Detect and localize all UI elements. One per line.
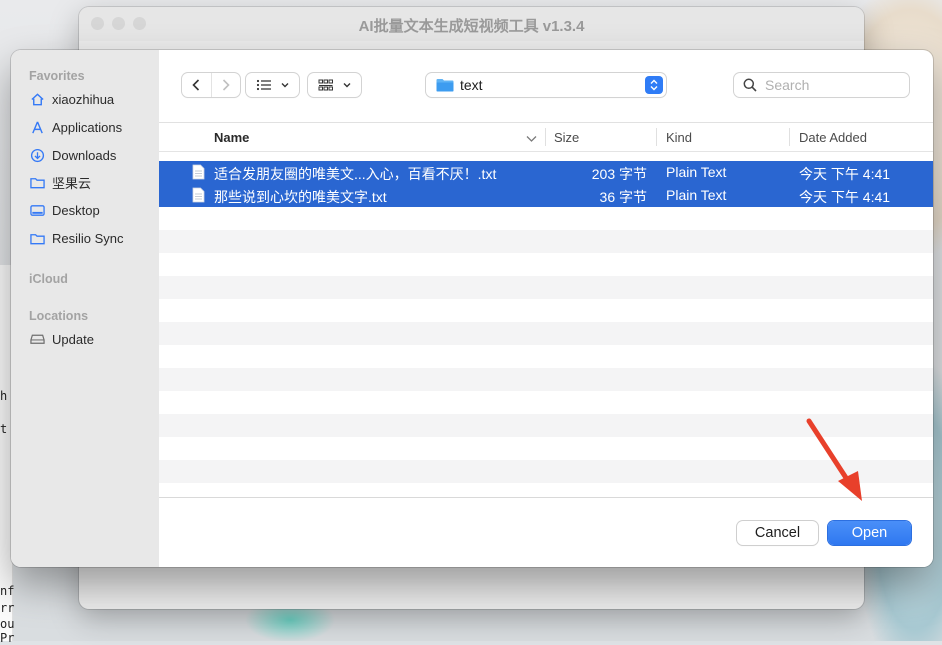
open-button[interactable]: Open <box>828 521 911 545</box>
file-name: 那些说到心坎的唯美文字.txt <box>214 189 387 205</box>
terminal-text: rr <box>0 601 15 615</box>
search-icon <box>743 78 757 92</box>
locations-header: Locations <box>29 309 89 323</box>
sidebar-item-label: Desktop <box>52 202 100 218</box>
column-header-name[interactable]: Name <box>214 130 249 145</box>
search-field[interactable] <box>734 73 909 97</box>
file-name: 适合发朋友圈的唯美文...入心，百看不厌！.txt <box>214 166 497 182</box>
folder-icon <box>29 174 45 190</box>
empty-row <box>159 368 933 391</box>
sidebar: Favorites xiaozhihua Applications Downlo… <box>11 50 159 567</box>
column-header-size[interactable]: Size <box>554 130 579 145</box>
cancel-button[interactable]: Cancel <box>737 521 818 545</box>
empty-row <box>159 322 933 345</box>
applications-icon <box>29 119 45 135</box>
open-file-dialog: Favorites xiaozhihua Applications Downlo… <box>11 50 933 567</box>
back-forward-control <box>182 73 240 97</box>
desktop-icon <box>29 202 45 218</box>
empty-row <box>159 276 933 299</box>
annotation-arrow-icon <box>806 418 862 501</box>
sidebar-item-resilio-sync[interactable]: Resilio Sync <box>29 227 124 249</box>
home-icon <box>29 91 45 107</box>
file-size: 203 字节 <box>591 166 647 182</box>
file-kind: Plain Text <box>666 187 727 203</box>
terminal-text: nf <box>0 584 15 598</box>
file-size: 36 字节 <box>599 189 647 205</box>
sidebar-item-downloads[interactable]: Downloads <box>29 144 116 166</box>
sidebar-item-applications[interactable]: Applications <box>29 116 122 138</box>
back-button[interactable] <box>182 73 212 97</box>
terminal-text: h <box>0 389 8 403</box>
file-date-added: 今天 下午 4:41 <box>799 166 891 182</box>
grid-view-icon <box>318 79 350 91</box>
terminal-text: ou <box>0 617 15 631</box>
list-view-button[interactable] <box>246 73 299 97</box>
chevron-right-icon <box>222 79 230 91</box>
downloads-icon <box>29 147 45 163</box>
column-header-date-added[interactable]: Date Added <box>799 130 867 145</box>
forward-button[interactable] <box>212 73 241 97</box>
drive-icon <box>29 331 45 347</box>
file-date-added: 今天 下午 4:41 <box>799 189 891 205</box>
sidebar-item-update[interactable]: Update <box>29 328 94 350</box>
group-by-button[interactable] <box>308 73 361 97</box>
text-file-icon <box>192 187 205 206</box>
folder-icon <box>29 230 45 246</box>
folder-icon <box>436 78 454 92</box>
file-row[interactable]: 那些说到心坎的唯美文字.txt 36 字节 Plain Text 今天 下午 4… <box>159 184 933 207</box>
app-titlebar: AI批量文本生成短视频工具 v1.3.4 <box>79 7 864 41</box>
sidebar-item-label: Applications <box>52 119 123 135</box>
icloud-header: iCloud <box>29 272 68 286</box>
sidebar-item-desktop[interactable]: Desktop <box>29 199 100 221</box>
chevron-left-icon <box>192 79 200 91</box>
terminal-text: Pr <box>0 631 15 645</box>
sidebar-item-label: Resilio Sync <box>52 230 124 246</box>
sidebar-item-label: xiaozhihua <box>52 91 115 107</box>
app-title: AI批量文本生成短视频工具 v1.3.4 <box>358 18 585 35</box>
chevron-down-icon <box>526 131 537 146</box>
file-kind: Plain Text <box>666 164 727 180</box>
list-view-icon <box>256 79 288 91</box>
sidebar-item-label: Downloads <box>52 147 117 163</box>
location-popup[interactable]: text <box>426 73 666 97</box>
column-header-row: Name Size Kind Date Added <box>159 123 933 152</box>
sidebar-item-xiaozhihua[interactable]: xiaozhihua <box>29 88 114 110</box>
column-divider <box>545 128 546 146</box>
empty-row <box>159 230 933 253</box>
sidebar-item-label: Update <box>52 331 94 347</box>
file-row[interactable]: 适合发朋友圈的唯美文...入心，百看不厌！.txt 203 字节 Plain T… <box>159 161 933 184</box>
column-divider <box>789 128 790 146</box>
chevron-up-down-icon <box>645 76 663 94</box>
location-label: text <box>460 77 483 93</box>
column-divider <box>656 128 657 146</box>
favorites-header: Favorites <box>29 69 85 83</box>
column-header-kind[interactable]: Kind <box>666 130 692 145</box>
sidebar-item-label: 坚果云 <box>52 175 92 191</box>
search-input[interactable] <box>765 77 895 93</box>
text-file-icon <box>192 164 205 183</box>
terminal-text: t <box>0 422 8 436</box>
sidebar-item-jianguoyun[interactable]: 坚果云 <box>29 171 91 193</box>
